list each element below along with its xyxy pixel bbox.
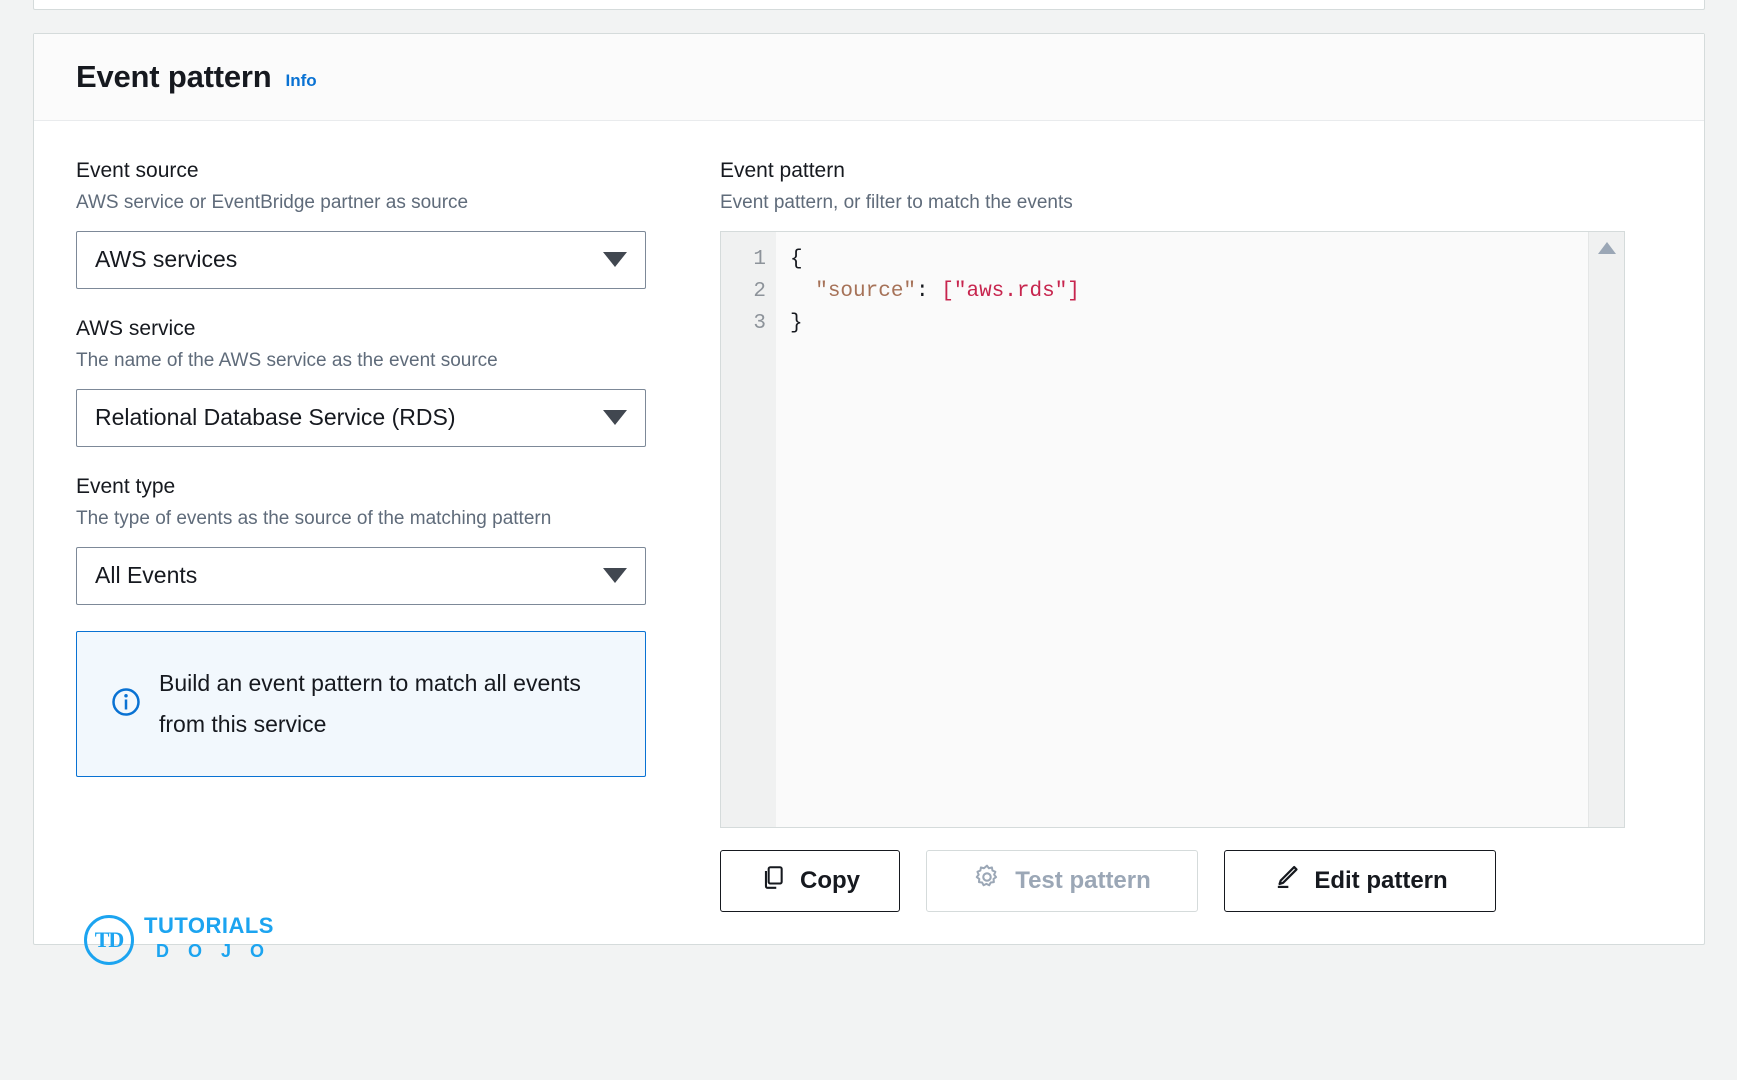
test-pattern-button-label: Test pattern <box>1015 866 1151 894</box>
code-token-indent <box>790 280 815 303</box>
copy-button[interactable]: Copy <box>720 849 900 912</box>
event-type-description: The type of events as the source of the … <box>76 508 552 530</box>
event-pattern-card: Event pattern Info Event source AWS serv… <box>33 33 1705 965</box>
aws-service-field: AWS service The name of the AWS service … <box>76 315 684 447</box>
chevron-down-icon <box>603 410 627 426</box>
logo-bottom-text: D O J O <box>156 941 272 962</box>
previous-card-edge <box>33 0 1705 10</box>
event-type-field: Event type The type of events as the sou… <box>76 473 684 605</box>
code-token-brace-close: } <box>790 311 803 335</box>
logo-mark-text: TD <box>94 926 125 952</box>
info-alert-text: Build an event pattern to match all even… <box>159 670 581 737</box>
copy-icon <box>760 864 786 897</box>
left-column: Event source AWS service or EventBridge … <box>76 157 684 912</box>
code-token-bracket-open: [ <box>941 279 954 303</box>
event-pattern-editor[interactable]: 1 2 3 { "source": ["aws.rds"] } <box>720 230 1625 828</box>
event-type-label: Event type <box>76 474 176 498</box>
code-token-key: "source" <box>815 279 917 303</box>
copy-button-label: Copy <box>800 866 860 894</box>
page-title: Event pattern <box>76 59 272 94</box>
line-number: 2 <box>753 279 766 303</box>
event-source-select[interactable]: AWS services <box>76 230 646 289</box>
event-source-value: AWS services <box>95 246 238 273</box>
edit-pattern-button-label: Edit pattern <box>1314 866 1448 894</box>
card-header: Event pattern Info <box>34 34 1704 121</box>
aws-service-label: AWS service <box>76 316 196 340</box>
logo-mark-icon: TD <box>84 914 134 965</box>
event-pattern-description: Event pattern, or filter to match the ev… <box>720 192 1073 214</box>
event-source-field: Event source AWS service or EventBridge … <box>76 157 684 289</box>
chevron-down-icon <box>603 252 627 268</box>
line-number: 1 <box>753 247 766 271</box>
code-token-bracket-close: ] <box>1067 279 1080 303</box>
aws-service-description: The name of the AWS service as the event… <box>76 350 498 372</box>
code-line: } <box>790 308 1624 340</box>
code-line: "source": ["aws.rds"] <box>790 276 1624 308</box>
test-pattern-button[interactable]: Test pattern <box>926 849 1198 912</box>
card-body: Event source AWS service or EventBridge … <box>34 121 1704 912</box>
pencil-icon <box>1272 863 1300 898</box>
code-token-brace-open: { <box>790 247 803 271</box>
code-line: { <box>790 244 1624 276</box>
tutorials-dojo-logo: TD TUTORIALS D O J O <box>84 913 274 965</box>
info-link[interactable]: Info <box>286 71 317 91</box>
logo-wordmark: TUTORIALS D O J O <box>144 913 274 965</box>
aws-service-select[interactable]: Relational Database Service (RDS) <box>76 388 646 447</box>
editor-scrollbar[interactable] <box>1588 231 1624 827</box>
event-type-select[interactable]: All Events <box>76 546 646 605</box>
logo-top-text: TUTORIALS <box>144 913 274 938</box>
editor-line-numbers: 1 2 3 <box>721 231 776 827</box>
chevron-down-icon <box>603 568 627 584</box>
edit-pattern-button[interactable]: Edit pattern <box>1224 849 1496 912</box>
line-number: 3 <box>753 311 766 335</box>
event-pattern-label: Event pattern <box>720 159 845 182</box>
aws-service-value: Relational Database Service (RDS) <box>95 404 456 431</box>
code-token-string: "aws.rds" <box>953 279 1068 303</box>
code-token-colon: : <box>916 279 942 303</box>
gear-icon <box>973 863 1001 898</box>
editor-button-row: Copy Test pattern Edit pattern <box>720 849 1662 912</box>
info-circle-icon <box>111 687 141 722</box>
event-source-label: Event source <box>76 159 199 182</box>
right-column: Event pattern Event pattern, or filter t… <box>720 157 1662 912</box>
event-source-description: AWS service or EventBridge partner as so… <box>76 192 469 214</box>
scroll-up-arrow-icon[interactable] <box>1597 241 1616 254</box>
event-type-value: All Events <box>95 562 198 589</box>
info-alert: Build an event pattern to match all even… <box>76 630 646 777</box>
editor-code[interactable]: { "source": ["aws.rds"] } <box>776 231 1624 827</box>
